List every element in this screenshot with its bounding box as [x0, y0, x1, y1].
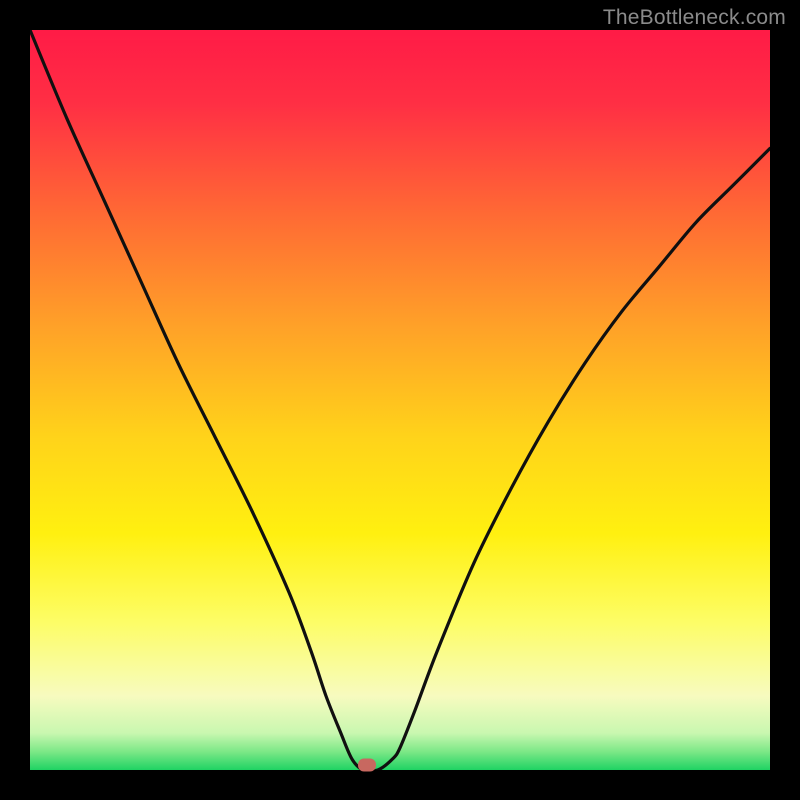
plot-area [30, 30, 770, 770]
optimum-marker [358, 758, 376, 771]
curve-layer [30, 30, 770, 770]
watermark-text: TheBottleneck.com [603, 6, 786, 30]
chart-frame: TheBottleneck.com [0, 0, 800, 800]
bottleneck-curve [30, 30, 770, 770]
